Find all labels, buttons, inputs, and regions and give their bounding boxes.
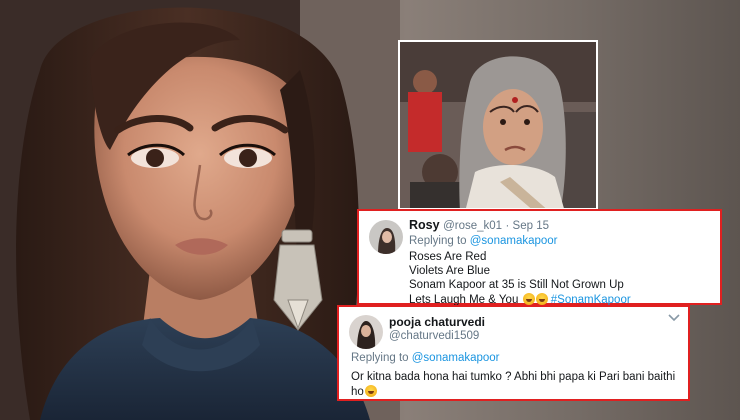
reply-mention-link[interactable]: @sonamakapoor	[470, 235, 558, 247]
inset-illustration	[400, 42, 596, 208]
tweet-text-line: Or kitna bada hona hai tumko ? Abhi bhi …	[351, 371, 676, 383]
laughing-emoji-icon	[364, 385, 377, 397]
replying-prefix: Replying to	[409, 235, 467, 247]
replying-to: Replying to @sonamakapoor	[409, 235, 558, 247]
author-handle[interactable]: @chaturvedi1509	[389, 330, 479, 342]
tweet-text-line: Roses Are Red	[409, 251, 487, 263]
tweet-header: Rosy @rose_k01 · Sep 15	[409, 218, 549, 232]
tweet-card-pooja: pooja chaturvedi @chaturvedi1509 Replyin…	[337, 305, 690, 401]
laughing-emoji-icon	[522, 293, 535, 305]
author-handle[interactable]: @rose_k01	[443, 220, 502, 232]
laughing-emoji-icon	[535, 293, 548, 305]
tweet-text: ho	[351, 386, 364, 398]
chevron-down-icon[interactable]	[668, 313, 680, 323]
tweet-text-line: Violets Are Blue	[409, 265, 490, 277]
author-name[interactable]: Rosy	[409, 218, 440, 232]
replying-prefix: Replying to	[351, 352, 409, 364]
tweet-date[interactable]: · Sep 15	[506, 220, 549, 232]
tweet-card-rosy: Rosy @rose_k01 · Sep 15 Replying to @son…	[357, 209, 722, 306]
tweet-text-last-line: ho	[351, 385, 377, 398]
inset-photo	[398, 40, 598, 210]
avatar[interactable]	[349, 315, 383, 349]
reply-mention-link[interactable]: @sonamakapoor	[412, 352, 500, 364]
author-name[interactable]: pooja chaturvedi	[389, 315, 485, 329]
replying-to: Replying to @sonamakapoor	[351, 352, 500, 364]
tweet-text-line: Sonam Kapoor at 35 is Still Not Grown Up	[409, 279, 624, 291]
avatar[interactable]	[369, 220, 403, 254]
